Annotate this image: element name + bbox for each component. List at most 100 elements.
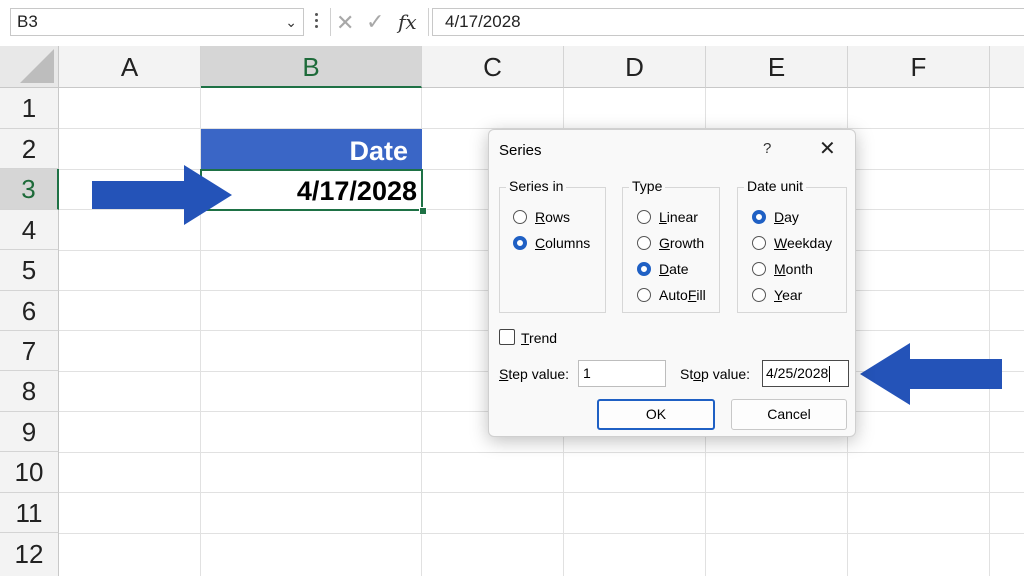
gridline [59,452,1024,453]
arrow-right-icon [92,165,232,225]
column-header-label: F [910,52,927,82]
cancel-icon[interactable]: ✕ [336,10,354,36]
row-header-8[interactable]: 8 [0,371,59,412]
gridline [59,492,1024,493]
cancel-button[interactable]: Cancel [731,399,847,430]
select-all-triangle-icon [20,49,54,83]
radio-label: Weekday [774,235,833,251]
column-header-g[interactable] [990,46,1024,88]
formula-input[interactable]: 4/17/2028 [432,8,1024,36]
trend-label: Trend [521,330,558,346]
radio-label: Rows [535,209,571,225]
series-dialog: Series ? ✕ Series in Rows Columns Type L… [488,129,856,437]
row-header-label: 5 [21,255,37,285]
column-header-b[interactable]: B [201,46,422,88]
radio-circle-selected [752,210,766,224]
row-header-7[interactable]: 7 [0,331,59,371]
series-in-group: Series in Rows Columns [499,178,606,313]
column-header-e[interactable]: E [706,46,848,88]
function-icon[interactable]: fx [398,10,417,34]
radio-circle [752,236,766,250]
row-header-label: 12 [14,539,44,569]
date-unit-group: Date unit Day Weekday Month Year [737,178,847,313]
row-header-11[interactable]: 11 [0,493,59,533]
radio-label: Date [659,261,689,277]
divider [428,8,429,36]
group-label: Type [629,178,666,194]
stop-value-label: Stop value: [680,366,751,382]
radio-circle [513,210,527,224]
radio-circle [637,236,651,250]
column-header-label: B [302,52,320,82]
stop-value-input[interactable]: 4/25/2028 [762,360,849,387]
radio-label: Columns [535,235,591,251]
row-header-label: 9 [21,417,37,447]
row-header-9[interactable]: 9 [0,412,59,452]
column-header-d[interactable]: D [564,46,706,88]
group-label: Date unit [744,178,807,194]
select-all-button[interactable] [0,46,59,88]
cell-b2-header[interactable]: Date [201,129,422,170]
radio-circle [637,288,651,302]
trend-checkbox[interactable] [499,329,515,345]
step-value-input[interactable]: 1 [578,360,666,387]
gridline [989,88,990,576]
type-group: Type Linear Growth Date AutoFill [622,178,720,313]
row-header-5[interactable]: 5 [0,250,59,291]
row-header-label: 11 [15,498,43,528]
row-header-label: 7 [21,336,37,366]
group-label: Series in [506,178,567,194]
column-header-a[interactable]: A [59,46,201,88]
row-header-4[interactable]: 4 [0,210,59,250]
row-header-label: 6 [21,296,37,326]
column-header-label: A [120,52,139,82]
radio-circle [752,288,766,302]
gridline [59,533,1024,534]
radio-label: Growth [659,235,705,251]
radio-circle [637,210,651,224]
text-caret [829,366,831,383]
formula-bar: B3 ⌄ ✕ ✓ fx 4/17/2028 [0,0,1024,46]
name-box-value: B3 [17,12,38,31]
radio-circle [752,262,766,276]
fill-handle[interactable] [419,207,427,215]
step-value-label: Step value: [499,366,570,382]
row-header-12[interactable]: 12 [0,533,59,576]
dialog-title: Series [499,142,542,159]
arrow-left-icon [860,343,1002,405]
help-button[interactable]: ? [763,140,771,157]
divider [330,8,331,36]
radio-label: Linear [659,209,698,225]
name-box[interactable]: B3 ⌄ [10,8,304,36]
close-icon[interactable]: ✕ [819,136,836,161]
column-header-label: C [483,52,502,82]
stop-value-text: 4/25/2028 [766,365,829,381]
row-header-6[interactable]: 6 [0,291,59,331]
radio-label: Year [774,287,803,303]
row-header-1[interactable]: 1 [0,88,59,129]
formula-value: 4/17/2028 [445,12,521,31]
row-header-10[interactable]: 10 [0,452,59,493]
enter-icon[interactable]: ✓ [366,9,384,35]
chevron-down-icon[interactable]: ⌄ [285,9,297,35]
row-header-label: 4 [21,215,37,245]
ok-button[interactable]: OK [597,399,715,430]
row-header-2[interactable]: 2 [0,129,59,169]
date-cell-text: 4/17/2028 [296,176,417,206]
formula-icons: ✕ ✓ fx [336,8,426,36]
row-header-label: 10 [14,457,44,487]
column-header-f[interactable]: F [848,46,990,88]
radio-circle-selected [513,236,527,250]
cell-b3-active[interactable]: 4/17/2028 [200,169,423,211]
row-header-label: 3 [21,174,36,204]
header-cell-text: Date [349,136,408,166]
column-header-c[interactable]: C [422,46,564,88]
radio-label: Day [774,209,799,225]
row-header-3[interactable]: 3 [0,169,59,210]
row-header-label: 8 [21,376,37,406]
radio-label: AutoFill [659,287,706,303]
radio-label: Month [774,261,813,277]
row-header-label: 2 [21,134,37,164]
more-icon[interactable] [312,10,320,34]
row-header-label: 1 [21,93,37,123]
